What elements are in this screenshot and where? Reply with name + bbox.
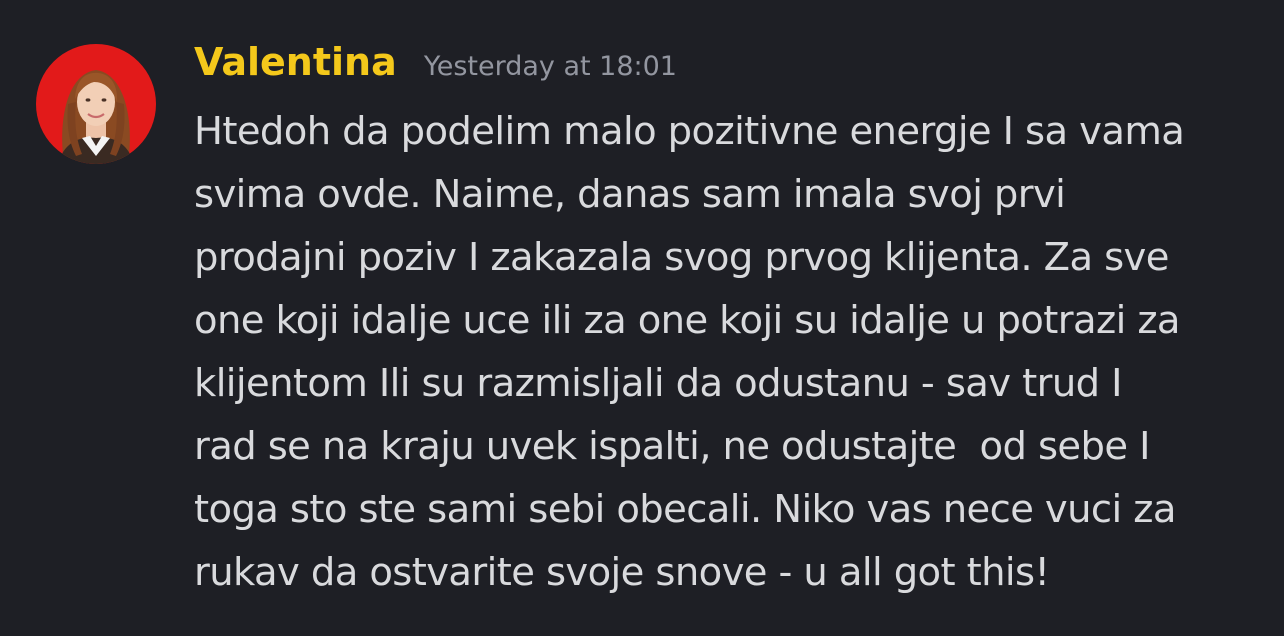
message-text-line: rukav da ostvarite svoje snove - u all g…: [194, 550, 1050, 595]
chat-message: Valentina Yesterday at 18:01 Htedoh da p…: [0, 0, 1284, 636]
message-text-line: rad se na kraju uvek ispalti, ne odustaj…: [194, 424, 1150, 469]
message-text-line: one koji idalje uce ili za one koji su i…: [194, 298, 1181, 343]
avatar[interactable]: [36, 44, 156, 164]
author-name[interactable]: Valentina: [194, 40, 397, 84]
message-content: Htedoh da podelim malo pozitivne energje…: [194, 100, 1264, 604]
message-text-line: toga sto ste sami sebi obecali. Niko vas…: [194, 487, 1176, 532]
message-text-line: svima ovde. Naime, danas sam imala svoj …: [194, 172, 1066, 217]
avatar-portrait-image: [36, 44, 156, 164]
message-text-line: prodajni poziv I zakazala svog prvog kli…: [194, 235, 1169, 280]
message-text-line: klijentom Ili su razmisljali da odustanu…: [194, 361, 1122, 406]
message-header: Valentina Yesterday at 18:01: [194, 40, 677, 84]
message-timestamp: Yesterday at 18:01: [423, 51, 677, 82]
message-text-line: Htedoh da podelim malo pozitivne energje…: [194, 109, 1185, 154]
